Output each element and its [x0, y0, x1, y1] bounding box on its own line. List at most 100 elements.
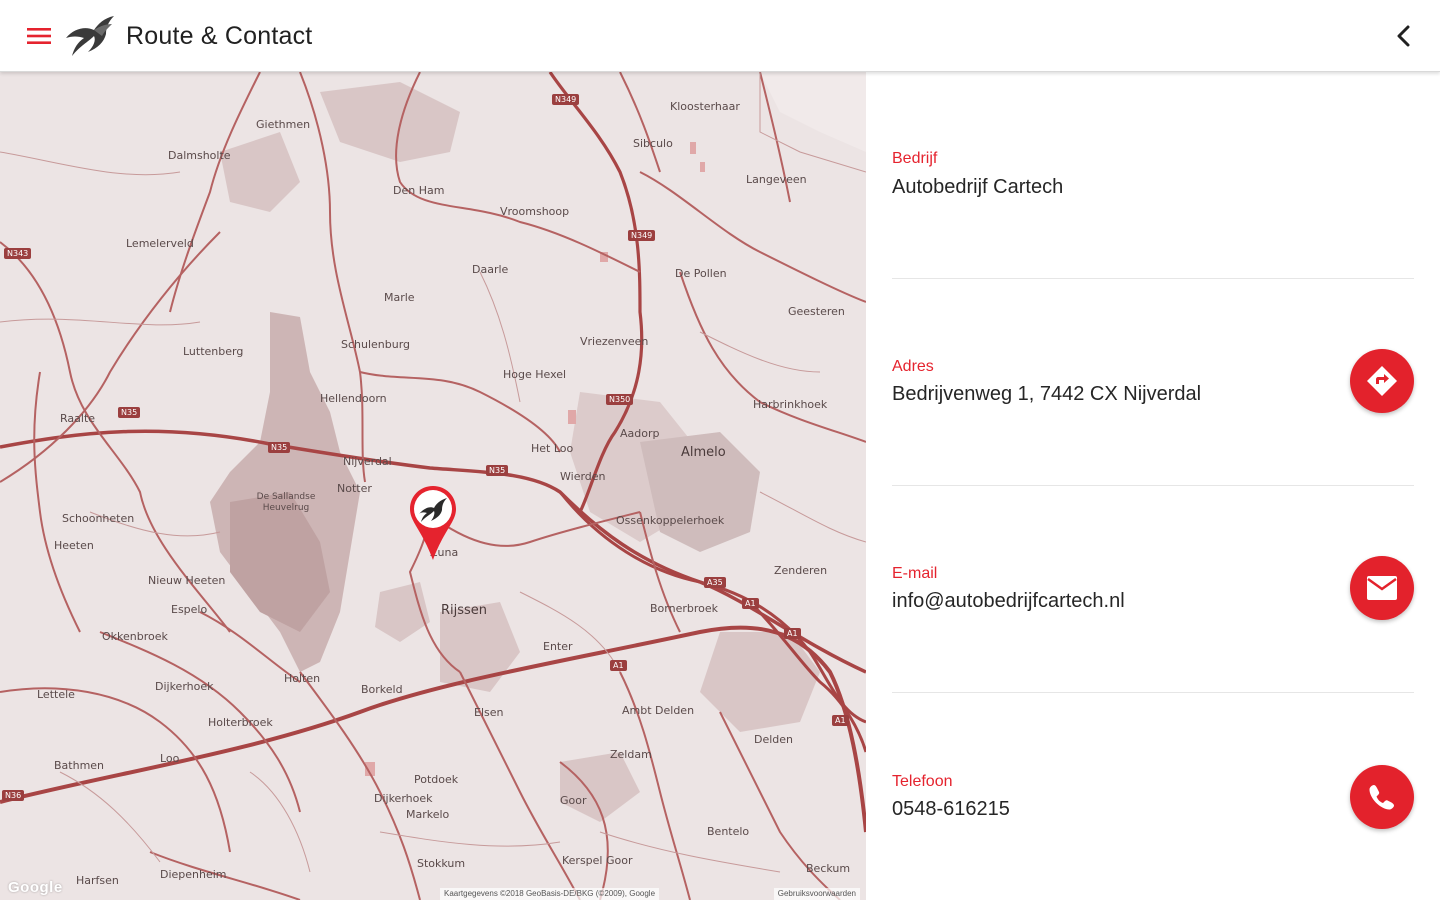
map-place-label: Daarle	[472, 263, 509, 276]
mail-icon[interactable]	[1366, 575, 1398, 601]
map-place-label: Almelo	[681, 445, 726, 460]
map-place-label: Vroomshoop	[500, 205, 570, 218]
road-shield: A1	[832, 715, 849, 726]
app-bar: Route & Contact	[0, 0, 1440, 72]
map-place-label: Schulenburg	[341, 338, 411, 351]
map-place-label: Lemelerveld	[126, 237, 194, 250]
map-place-label: Bornerbroek	[650, 602, 718, 615]
map-place-label: Beckum	[806, 862, 851, 875]
map-place-label: Enter	[543, 640, 573, 653]
map-place-label: Ossenkoppelerhoek	[616, 514, 725, 527]
company-row: Bedrijf Autobedrijf Cartech	[892, 72, 1414, 279]
phone-row: Telefoon 0548-616215	[892, 693, 1414, 900]
map-place-label: Okkenbroek	[102, 630, 168, 643]
road-shield: N36	[2, 790, 25, 801]
map-terms-link[interactable]: Gebruiksvoorwaarden	[773, 888, 860, 900]
map-place-label: De Sallandse Heuvelrug	[256, 492, 316, 513]
road-shield: N343	[4, 248, 32, 259]
google-logo: Google	[8, 879, 63, 896]
map-place-label: Dijkerhoek	[374, 792, 433, 805]
map-place-label: Nijverdal	[343, 455, 392, 468]
map-place-label: Elsen	[474, 706, 504, 719]
map-place-label: Hoge Hexel	[503, 368, 567, 381]
map-place-label: Sibculo	[633, 137, 673, 150]
email-value: info@autobedrijfcartech.nl	[892, 590, 1125, 612]
phone-icon[interactable]	[1367, 782, 1397, 812]
map-place-label: Dalmsholte	[168, 149, 231, 162]
road-shield: N35	[486, 465, 509, 476]
map-place-label: Het Loo	[531, 442, 574, 455]
map-place-label: Lettele	[37, 688, 75, 701]
map-place-label: Notter	[337, 482, 372, 495]
road-shield: N35	[118, 407, 141, 418]
company-value: Autobedrijf Cartech	[892, 176, 1064, 198]
map-place-label: Markelo	[406, 808, 450, 821]
map-place-label: Vriezenveen	[580, 335, 649, 348]
road-shield: A1	[610, 660, 627, 671]
road-shield: A35	[704, 577, 726, 588]
map-place-label: Borkeld	[361, 683, 403, 696]
address-label: Adres	[892, 358, 934, 375]
directions-icon[interactable]	[1365, 364, 1399, 398]
map-place-label: Zenderen	[774, 564, 828, 577]
map-place-label: Langeveen	[746, 173, 807, 186]
map-place-label: Nieuw Heeten	[148, 574, 226, 587]
map-place-label: Wierden	[560, 470, 606, 483]
map-place-label: Bathmen	[54, 759, 105, 772]
road-shield: A1	[742, 598, 759, 609]
email-row: E-mail info@autobedrijfcartech.nl	[892, 486, 1414, 693]
map-place-label: Marle	[384, 291, 415, 304]
map-place-label: Stokkum	[417, 857, 466, 870]
map-place-label: Zeldam	[610, 748, 652, 761]
map-place-label: Holterbroek	[208, 716, 273, 729]
map-place-label: De Pollen	[675, 267, 727, 280]
road-shield: N349	[628, 230, 656, 241]
map-place-label: Kloosterhaar	[670, 100, 740, 113]
map-place-label: Loo	[160, 752, 180, 765]
back-button[interactable]	[1386, 18, 1422, 54]
map-place-label: Kerspel Goor	[562, 854, 633, 867]
road-shield: N349	[552, 94, 580, 105]
map-place-label: Bentelo	[707, 825, 750, 838]
road-shield: A1	[784, 628, 801, 639]
map-place-label: Espelo	[171, 603, 208, 616]
page-title: Route & Contact	[126, 22, 313, 50]
chevron-left-icon[interactable]	[1394, 24, 1414, 48]
map-place-label: Holten	[284, 672, 321, 685]
map-place-label: Ambt Delden	[622, 704, 695, 717]
cartech-logo	[66, 16, 114, 56]
email-button[interactable]	[1350, 556, 1414, 620]
map-place-label: Rijssen	[441, 603, 488, 618]
map-place-label: Geesteren	[788, 305, 845, 318]
email-label: E-mail	[892, 565, 938, 582]
address-value: Bedrijvenweg 1, 7442 CX Nijverdal	[892, 383, 1202, 405]
map-place-label: Aadorp	[620, 427, 660, 440]
phone-label: Telefoon	[892, 773, 953, 790]
map-place-label: Harbrinkhoek	[753, 398, 828, 411]
contact-panel: Bedrijf Autobedrijf Cartech Adres Bedrij…	[866, 72, 1440, 900]
directions-button[interactable]	[1350, 349, 1414, 413]
map-place-label: Heeten	[54, 539, 94, 552]
map-attribution: Kaartgegevens ©2018 GeoBasis-DE/BKG (©20…	[440, 888, 660, 900]
hamburger-menu-icon[interactable]	[26, 26, 52, 46]
map-view[interactable]: Giethmen Dalmsholte Den Ham Vroomshoop K…	[0, 72, 866, 900]
map-place-label: Luttenberg	[183, 345, 244, 358]
map-place-label: Giethmen	[256, 118, 311, 131]
map-place-label: Raalte	[60, 412, 96, 425]
road-shield: N35	[268, 442, 291, 453]
company-label: Bedrijf	[892, 150, 938, 167]
map-place-label: Potdoek	[414, 773, 459, 786]
map-place-label: Diepenheim	[160, 868, 227, 881]
map-place-label: Dijkerhoek	[155, 680, 214, 693]
phone-value: 0548-616215	[892, 798, 1010, 820]
map-place-label: Hellendoorn	[320, 392, 387, 405]
menu-button[interactable]	[18, 18, 60, 54]
call-button[interactable]	[1350, 765, 1414, 829]
road-shield: N350	[606, 394, 634, 405]
map-place-label: Schoonheten	[62, 512, 135, 525]
address-row: Adres Bedrijvenweg 1, 7442 CX Nijverdal	[892, 279, 1414, 486]
map-place-label: Goor	[560, 794, 587, 807]
map-pin-marker-icon[interactable]	[408, 484, 458, 562]
map-place-label: Delden	[754, 733, 794, 746]
map-place-label: Den Ham	[393, 184, 445, 197]
